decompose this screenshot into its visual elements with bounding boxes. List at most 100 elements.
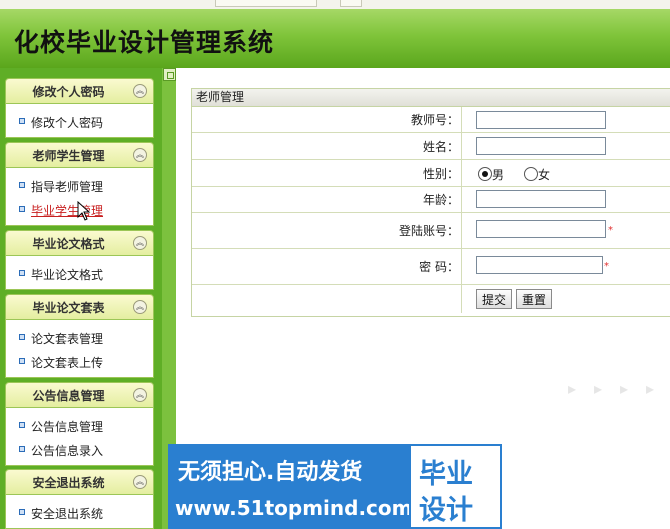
menu-group-header[interactable]: 毕业论文套表 ︽: [5, 294, 154, 320]
bullet-icon: [19, 334, 25, 340]
sidebar-item-label: 公告信息录入: [31, 444, 104, 458]
menu-group-body: 安全退出系统: [5, 495, 154, 529]
watermark-url: www.51topmind.com: [175, 496, 413, 520]
top-tab[interactable]: [215, 0, 317, 7]
name-input[interactable]: [476, 137, 606, 155]
sidebar-item-forms-manage[interactable]: 论文套表管理: [6, 325, 153, 349]
collapse-chevron-icon[interactable]: ︽: [133, 300, 147, 314]
menu-group-title: 修改个人密码: [32, 85, 105, 99]
collapse-chevron-icon[interactable]: ︽: [133, 236, 147, 250]
sidebar-item-notice-manage[interactable]: 公告信息管理: [6, 413, 153, 437]
row-password: 密 码： *: [192, 249, 670, 285]
sidebar-item-change-password[interactable]: 修改个人密码: [6, 109, 153, 133]
menu-group-title: 安全退出系统: [32, 476, 105, 490]
bullet-icon: [19, 182, 25, 188]
radio-unchecked-icon[interactable]: [524, 167, 538, 181]
label-login-account: 登陆账号：: [192, 213, 462, 248]
menu-group-body: 毕业论文格式: [5, 256, 154, 290]
label-name: 姓名：: [192, 133, 462, 159]
sidebar-item-label: 论文套表上传: [31, 356, 104, 370]
mouse-cursor-icon: [77, 201, 91, 221]
gender-female-label: 女: [538, 168, 551, 182]
app-header: 化校毕业设计管理系统: [0, 9, 670, 69]
app-title: 化校毕业设计管理系统: [14, 28, 275, 57]
watermark-badge: 毕业 设计: [409, 444, 502, 529]
age-input[interactable]: [476, 190, 606, 208]
menu-group-header[interactable]: 修改个人密码 ︽: [5, 78, 154, 104]
menu-group-body: 修改个人密码: [5, 104, 154, 138]
menu-group-title: 老师学生管理: [32, 149, 105, 163]
value-cell: [466, 187, 666, 212]
login-account-input[interactable]: [476, 220, 606, 238]
window-top-strip: [0, 0, 670, 9]
sidebar-item-label: 论文套表管理: [31, 332, 104, 346]
row-age: 年龄：: [192, 187, 670, 213]
top-tab-small[interactable]: [340, 0, 362, 7]
sidebar-item-label: 毕业论文格式: [31, 268, 104, 282]
row-name: 姓名：: [192, 133, 670, 160]
teacher-form-panel: 老师管理 教师号： 姓名： 性别： 男 女 年龄： 登陆账号： * 密 码： *…: [191, 88, 670, 317]
collapse-chevron-icon[interactable]: ︽: [133, 388, 147, 402]
menu-group-body: 论文套表管理 论文套表上传: [5, 320, 154, 378]
menu-group-thesis-forms: 毕业论文套表 ︽ 论文套表管理 论文套表上传: [5, 294, 154, 378]
menu-group-header[interactable]: 公告信息管理 ︽: [5, 382, 154, 408]
faint-decoration: ▸: [620, 379, 629, 398]
collapse-chevron-icon[interactable]: ︽: [133, 84, 147, 98]
value-cell: 男 女: [466, 160, 666, 186]
watermark-left: 无须担心.自动发货 www.51topmind.com: [168, 444, 413, 529]
menu-group-title: 毕业论文格式: [32, 237, 105, 251]
required-mark: *: [608, 225, 613, 236]
panel-title: 老师管理: [192, 89, 670, 107]
value-cell: [466, 107, 666, 132]
menu-group-header[interactable]: 安全退出系统 ︽: [5, 469, 154, 495]
menu-group-logout: 安全退出系统 ︽ 安全退出系统: [5, 469, 154, 529]
watermark-badge-line2: 设计: [419, 495, 473, 526]
teacher-no-input[interactable]: [476, 111, 606, 129]
gender-option-male[interactable]: 男: [478, 166, 504, 183]
bullet-icon: [19, 118, 25, 124]
value-cell: *: [466, 249, 666, 284]
bullet-icon: [19, 206, 25, 212]
value-cell: 提交 重置: [466, 285, 666, 313]
gender-option-female[interactable]: 女: [524, 166, 550, 183]
value-cell: *: [466, 213, 666, 248]
faint-decoration: ▸: [646, 379, 655, 398]
reset-button[interactable]: 重置: [516, 289, 553, 309]
watermark-banner: 无须担心.自动发货 www.51topmind.com 毕业 设计: [168, 444, 502, 529]
menu-group-header[interactable]: 毕业论文格式 ︽: [5, 230, 154, 256]
row-gender: 性别： 男 女: [192, 160, 670, 187]
watermark-badge-line1: 毕业: [419, 459, 473, 490]
menu-group-header[interactable]: 老师学生管理 ︽: [5, 142, 154, 168]
menu-group-notice: 公告信息管理 ︽ 公告信息管理 公告信息录入: [5, 382, 154, 466]
sidebar-item-logout[interactable]: 安全退出系统: [6, 500, 153, 524]
bullet-icon: [19, 446, 25, 452]
sidebar-item-label: 毕业学生管理: [31, 204, 104, 218]
submit-button[interactable]: 提交: [476, 289, 513, 309]
gender-male-label: 男: [492, 168, 505, 182]
bullet-icon: [19, 270, 25, 276]
faint-decoration: ▸: [594, 379, 603, 398]
sidebar-toggle-icon[interactable]: [163, 68, 176, 81]
value-cell: [466, 133, 666, 159]
collapse-chevron-icon[interactable]: ︽: [133, 148, 147, 162]
collapse-chevron-icon[interactable]: ︽: [133, 475, 147, 489]
bullet-icon: [19, 358, 25, 364]
radio-checked-icon[interactable]: [478, 167, 492, 181]
menu-group-password: 修改个人密码 ︽ 修改个人密码: [5, 78, 154, 138]
label-password: 密 码：: [192, 249, 462, 284]
sidebar-item-notice-entry[interactable]: 公告信息录入: [6, 437, 153, 461]
sidebar-item-teacher-manage[interactable]: 指导老师管理: [6, 173, 153, 197]
sidebar-item-label: 安全退出系统: [31, 507, 104, 521]
password-input[interactable]: [476, 256, 603, 274]
sidebar-item-label: 公告信息管理: [31, 420, 104, 434]
menu-group-title: 毕业论文套表: [32, 301, 105, 315]
sidebar-item-forms-upload[interactable]: 论文套表上传: [6, 349, 153, 373]
label-teacher-no: 教师号：: [192, 107, 462, 132]
required-mark: *: [604, 261, 609, 272]
label-gender: 性别：: [192, 160, 462, 186]
sidebar-item-label: 修改个人密码: [31, 116, 104, 130]
bullet-icon: [19, 422, 25, 428]
sidebar-item-thesis-format[interactable]: 毕业论文格式: [6, 261, 153, 285]
sidebar: 修改个人密码 ︽ 修改个人密码 老师学生管理 ︽ 指导老师管理 毕业学生管理 毕…: [0, 68, 162, 529]
label-empty: [192, 285, 462, 313]
